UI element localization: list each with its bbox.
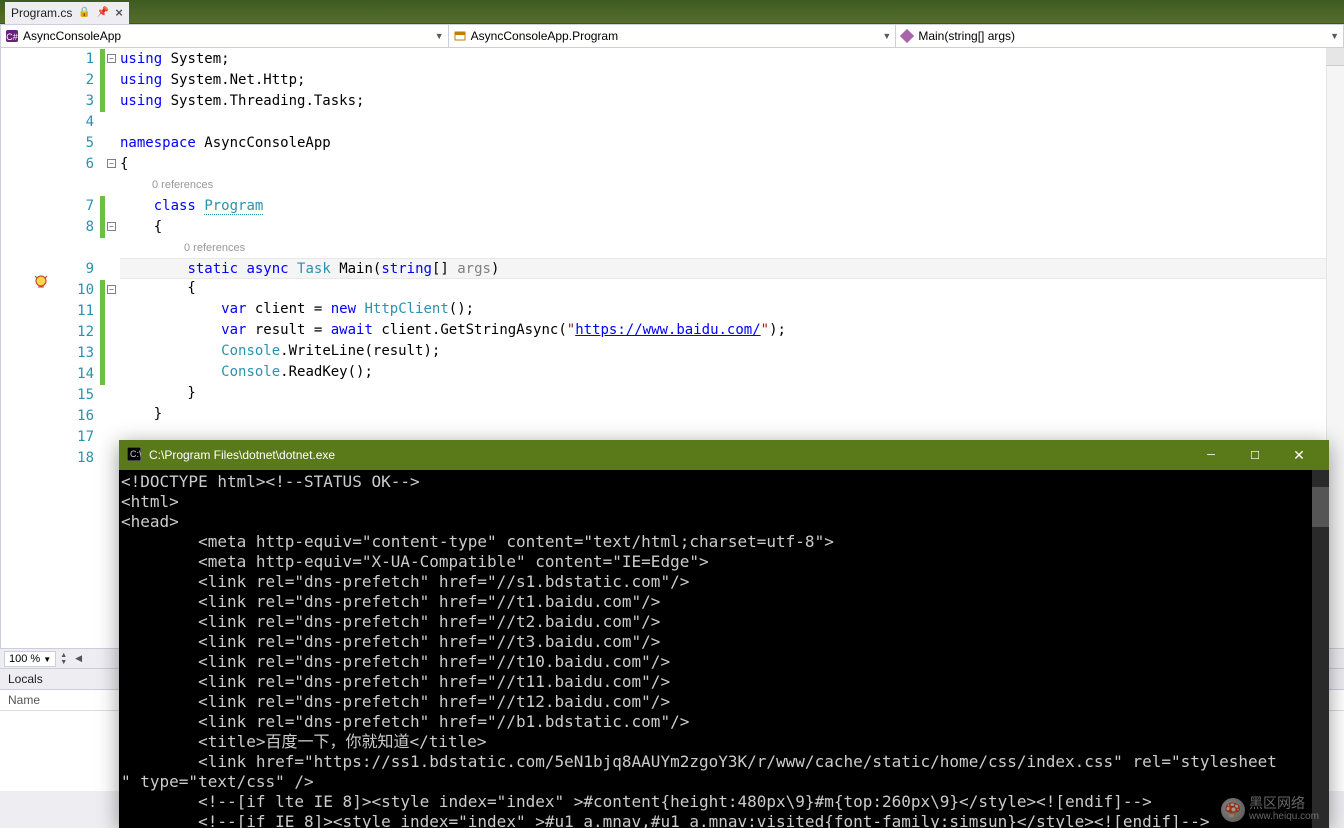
fold-toggle[interactable]: −: [107, 285, 116, 294]
code-text: AsyncConsoleApp: [196, 135, 331, 151]
code-text: Main(: [339, 261, 381, 277]
lock-icon: 🔒: [78, 7, 90, 18]
code-type: Program: [204, 198, 263, 215]
zoom-value: 100 %: [9, 653, 40, 665]
scroll-left-icon[interactable]: ◀: [75, 653, 82, 664]
nav-class-label: AsyncConsoleApp.Program: [471, 29, 618, 43]
code-url[interactable]: https://www.baidu.com/: [575, 322, 760, 338]
code-text: {: [120, 156, 128, 172]
change-marker: [100, 196, 105, 238]
fold-gutter: − − − −: [106, 48, 120, 648]
code-keyword: var: [221, 322, 246, 338]
code-type: HttpClient: [364, 301, 448, 317]
chevron-down-icon: ▼: [1330, 31, 1339, 41]
watermark-text: 黑区网络: [1249, 796, 1319, 810]
change-marker: [100, 280, 105, 385]
chevron-down-icon: ▼: [435, 31, 444, 41]
code-keyword: var: [221, 301, 246, 317]
codelens-refs[interactable]: 0 references: [152, 175, 213, 196]
nav-class[interactable]: AsyncConsoleApp.Program ▼: [449, 25, 897, 47]
code-keyword: async: [246, 261, 288, 277]
code-keyword: string: [381, 261, 432, 277]
code-keyword: using: [120, 51, 162, 67]
svg-text:C#: C#: [6, 32, 18, 42]
navigation-bar: C# AsyncConsoleApp ▼ AsyncConsoleApp.Pro…: [0, 24, 1344, 48]
close-button[interactable]: ✕: [1277, 440, 1321, 470]
code-type: Task: [297, 261, 331, 277]
fold-toggle[interactable]: −: [107, 159, 116, 168]
code-text: }: [120, 385, 196, 401]
codelens-refs[interactable]: 0 references: [184, 238, 245, 259]
console-window: C:\ C:\Program Files\dotnet\dotnet.exe ─…: [119, 440, 1329, 828]
code-text: {: [120, 280, 196, 296]
code-text: System.Net.Http;: [162, 72, 305, 88]
class-icon: [453, 29, 467, 43]
maximize-button[interactable]: ☐: [1233, 440, 1277, 470]
tab-bar: Program.cs 🔒 📌 ×: [0, 0, 1344, 24]
code-keyword: namespace: [120, 135, 196, 151]
zoom-dropdown[interactable]: 100 % ▼: [4, 651, 56, 667]
watermark: 🍄 黑区网络 www.heiqu.com: [1221, 796, 1319, 824]
code-type: Console: [221, 364, 280, 380]
scroll-arrows[interactable]: ▲▼: [60, 652, 67, 666]
pin-icon[interactable]: 📌: [97, 7, 109, 18]
method-icon: [900, 29, 914, 43]
code-keyword: using: [120, 93, 162, 109]
glyph-margin: [0, 48, 55, 648]
nav-method[interactable]: Main(string[] args) ▼: [896, 25, 1343, 47]
change-marker: [100, 49, 105, 112]
console-scroll-thumb[interactable]: [1312, 487, 1329, 527]
code-keyword: static: [187, 261, 238, 277]
chevron-down-icon: ▼: [882, 31, 891, 41]
file-tab-program[interactable]: Program.cs 🔒 📌 ×: [5, 2, 129, 24]
code-keyword: await: [331, 322, 373, 338]
code-keyword: new: [331, 301, 356, 317]
lightbulb-icon[interactable]: [33, 274, 49, 290]
code-param: args: [457, 261, 491, 277]
code-text: System;: [162, 51, 229, 67]
console-output[interactable]: <!DOCTYPE html><!--STATUS OK--><html><he…: [119, 470, 1329, 828]
nav-method-label: Main(string[] args): [918, 29, 1015, 43]
code-text: {: [120, 219, 162, 235]
console-titlebar[interactable]: C:\ C:\Program Files\dotnet\dotnet.exe ─…: [119, 440, 1329, 470]
code-type: Console: [221, 343, 280, 359]
fold-toggle[interactable]: −: [107, 222, 116, 231]
nav-project-label: AsyncConsoleApp: [23, 29, 121, 43]
file-tab-label: Program.cs: [11, 6, 72, 20]
code-keyword: class: [154, 198, 196, 214]
nav-project[interactable]: C# AsyncConsoleApp ▼: [1, 25, 449, 47]
code-text: [120, 198, 154, 214]
split-handle[interactable]: [1326, 48, 1344, 66]
code-keyword: using: [120, 72, 162, 88]
watermark-icon: 🍄: [1221, 798, 1245, 822]
close-icon[interactable]: ×: [115, 5, 123, 20]
line-number-gutter: 123456789101112131415161718: [55, 48, 100, 648]
code-text: System.Threading.Tasks;: [162, 93, 364, 109]
console-icon: C:\: [127, 447, 141, 464]
code-text: }: [120, 406, 162, 422]
fold-toggle[interactable]: −: [107, 54, 116, 63]
csharp-project-icon: C#: [5, 29, 19, 43]
minimize-button[interactable]: ─: [1189, 440, 1233, 470]
console-title-text: C:\Program Files\dotnet\dotnet.exe: [149, 448, 335, 462]
svg-text:C:\: C:\: [130, 449, 141, 459]
watermark-url: www.heiqu.com: [1249, 810, 1319, 824]
